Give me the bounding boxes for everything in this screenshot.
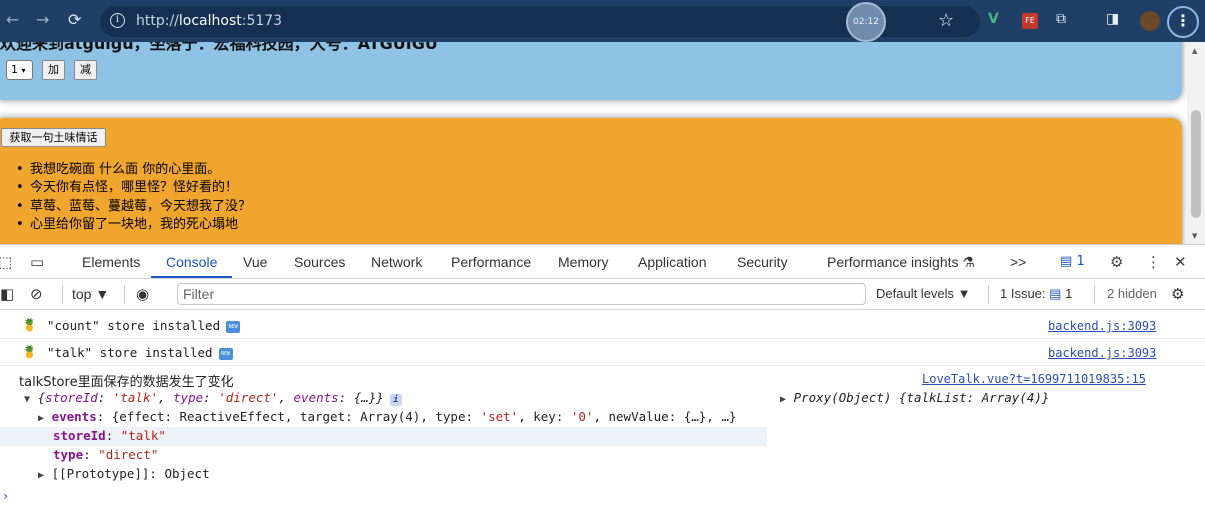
collapse-triangle-icon[interactable]: ▶ bbox=[780, 394, 786, 405]
vue-devtools-extension-icon[interactable]: V bbox=[988, 11, 999, 27]
talk-card: 获取一句土味情话 我想吃碗面 什么面 你的心里面。 今天你有点怪，哪里怪？怪好看… bbox=[0, 118, 1182, 244]
new-badge-icon: NEW bbox=[218, 347, 233, 360]
page-viewport: 欢迎来到atguigu，坐落于：宏福科技园，大号：ATGUIGU 1 ▾ 加 减… bbox=[0, 42, 1205, 244]
console-toolbar: ◧ ⊘ top ▼ ◉ Filter Default levels ▼ 1 Is… bbox=[0, 279, 1205, 310]
clear-console-icon[interactable]: ⊘ bbox=[30, 285, 43, 303]
hidden-messages-count: 2 hidden bbox=[1107, 286, 1157, 301]
issues-button[interactable]: 1 Issue: ▤ 1 bbox=[1000, 286, 1072, 302]
bookmark-star-icon[interactable]: ☆ bbox=[938, 10, 954, 31]
toolbar-divider bbox=[124, 285, 125, 304]
pinia-pineapple-icon: 🍍 bbox=[22, 318, 37, 332]
console-row: 🍍 "count" store installed NEW backend.js:… bbox=[0, 311, 1205, 338]
console-output: 🍍 "count" store installed NEW backend.js:… bbox=[0, 311, 1205, 530]
tab-sources[interactable]: Sources bbox=[294, 254, 345, 270]
talk-item: 我想吃碗面 什么面 你的心里面。 bbox=[16, 161, 251, 179]
row-divider bbox=[0, 365, 1205, 366]
count-title: 欢迎来到atguigu，坐落于：宏福科技园，大号：ATGUIGU bbox=[0, 42, 438, 53]
kebab-menu-icon[interactable]: ⋮ bbox=[1146, 253, 1161, 271]
inspect-element-icon[interactable]: ⬚ bbox=[0, 253, 12, 271]
active-tab-indicator bbox=[151, 276, 232, 278]
extensions-puzzle-icon[interactable]: ⧉ bbox=[1056, 11, 1066, 27]
side-panel-icon[interactable]: ◨ bbox=[1106, 11, 1119, 27]
type-property[interactable]: type: "direct" bbox=[53, 447, 158, 462]
reload-icon[interactable]: ⟳ bbox=[68, 10, 81, 29]
console-prompt-icon[interactable]: › bbox=[2, 489, 9, 503]
settings-gear-icon[interactable]: ⚙ bbox=[1110, 253, 1123, 271]
issues-badge[interactable]: ▤ 1 bbox=[1060, 254, 1085, 269]
source-link[interactable]: backend.js:3093 bbox=[1048, 319, 1156, 333]
recording-timer: 02:12 bbox=[846, 2, 886, 42]
tab-network[interactable]: Network bbox=[371, 254, 422, 270]
add-button[interactable]: 加 bbox=[42, 60, 65, 80]
tab-vue[interactable]: Vue bbox=[243, 254, 267, 270]
scroll-up-icon[interactable]: ▲ bbox=[1192, 47, 1197, 55]
tab-performance-insights[interactable]: Performance insights ⚗ bbox=[827, 254, 975, 271]
source-link[interactable]: backend.js:3093 bbox=[1048, 346, 1156, 360]
proxy-object[interactable]: ▶ Proxy(Object) {talkList: Array(4)} bbox=[780, 390, 1049, 405]
devtools-tab-bar: ⬚ ▭ Elements Console Vue Sources Network… bbox=[0, 245, 1205, 279]
page-scrollbar[interactable]: ▲ ▼ bbox=[1187, 42, 1205, 244]
devtools-panel: ⬚ ▭ Elements Console Vue Sources Network… bbox=[0, 244, 1205, 530]
talk-list: 我想吃碗面 什么面 你的心里面。 今天你有点怪，哪里怪？怪好看的！ 草莓、蓝莓、… bbox=[16, 161, 251, 234]
console-message: "talk" store installed NEW bbox=[47, 345, 233, 360]
toolbar-divider bbox=[988, 285, 989, 304]
message-icon: ▤ bbox=[1049, 286, 1062, 301]
count-card: 欢迎来到atguigu，坐落于：宏福科技园，大号：ATGUIGU 1 ▾ 加 减 bbox=[0, 42, 1182, 100]
close-icon[interactable]: ✕ bbox=[1174, 253, 1187, 271]
console-message: talkStore里面保存的数据发生了变化 bbox=[19, 375, 234, 390]
scroll-thumb[interactable] bbox=[1191, 110, 1201, 218]
talk-item: 心里给你留了一块地，我的死心塌地 bbox=[16, 216, 251, 234]
context-selector[interactable]: top ▼ bbox=[72, 286, 109, 302]
filter-input[interactable]: Filter bbox=[177, 283, 866, 305]
talk-item: 今天你有点怪，哪里怪？怪好看的！ bbox=[16, 179, 251, 197]
new-badge-icon: NEW bbox=[226, 320, 241, 333]
back-icon[interactable]: ← bbox=[6, 10, 19, 29]
toolbar-divider bbox=[1094, 285, 1095, 304]
console-message: "count" store installed NEW bbox=[47, 318, 241, 333]
profile-avatar[interactable] bbox=[1140, 11, 1160, 31]
message-icon: ▤ bbox=[1060, 254, 1073, 269]
console-row: 🍍 "talk" store installed NEW backend.js:3… bbox=[0, 338, 1205, 365]
more-tabs-button[interactable]: >> bbox=[1010, 254, 1026, 270]
tab-memory[interactable]: Memory bbox=[558, 254, 609, 270]
sidebar-toggle-icon[interactable]: ◧ bbox=[0, 285, 14, 303]
forward-icon[interactable]: → bbox=[36, 10, 49, 29]
tab-elements[interactable]: Elements bbox=[82, 254, 140, 270]
prototype-property[interactable]: ▶ [[Prototype]]: Object bbox=[38, 466, 210, 481]
source-link[interactable]: LoveTalk.vue?t=1699711019835:15 bbox=[922, 372, 1146, 386]
tab-console[interactable]: Console bbox=[166, 254, 217, 270]
browser-menu-icon[interactable]: ⋮ bbox=[1167, 6, 1199, 38]
chevron-down-icon: ▾ bbox=[21, 66, 26, 75]
caret-down-icon: ▼ bbox=[95, 286, 110, 302]
storeid-property[interactable]: storeId: "talk" bbox=[53, 428, 166, 443]
toolbar-divider bbox=[62, 285, 63, 304]
device-toolbar-icon[interactable]: ▭ bbox=[30, 253, 44, 271]
log-levels-dropdown[interactable]: Default levels ▼ bbox=[876, 286, 971, 301]
fe-helper-extension-icon[interactable]: FE bbox=[1022, 13, 1038, 29]
flask-icon: ⚗ bbox=[962, 254, 975, 270]
collapse-triangle-icon[interactable]: ▶ bbox=[38, 470, 44, 481]
expand-triangle-icon[interactable]: ▼ bbox=[24, 394, 30, 405]
tab-application[interactable]: Application bbox=[638, 254, 707, 270]
url-text[interactable]: http://localhost:5173 bbox=[136, 13, 282, 29]
talk-item: 草莓、蓝莓、蔓越莓，今天想我了没？ bbox=[16, 198, 251, 216]
events-property[interactable]: ▶ events: {effect: ReactiveEffect, targe… bbox=[38, 409, 736, 424]
subtract-button[interactable]: 减 bbox=[74, 60, 97, 80]
site-info-icon[interactable]: i bbox=[110, 13, 125, 28]
browser-toolbar: ← → ⟳ i http://localhost:5173 02:12 ☆ V … bbox=[0, 0, 1205, 42]
collapse-triangle-icon[interactable]: ▶ bbox=[38, 413, 44, 424]
tab-performance[interactable]: Performance bbox=[451, 254, 531, 270]
console-settings-gear-icon[interactable]: ⚙ bbox=[1171, 285, 1184, 303]
scroll-down-icon[interactable]: ▼ bbox=[1192, 232, 1197, 240]
live-expression-eye-icon[interactable]: ◉ bbox=[136, 285, 149, 303]
pinia-pineapple-icon: 🍍 bbox=[22, 345, 37, 359]
caret-down-icon: ▼ bbox=[957, 286, 971, 301]
tab-security[interactable]: Security bbox=[737, 254, 788, 270]
get-talk-button[interactable]: 获取一句土味情话 bbox=[1, 128, 106, 147]
info-icon: i bbox=[389, 394, 402, 406]
step-select[interactable]: 1 ▾ bbox=[6, 60, 33, 80]
object-summary[interactable]: ▼ {storeId: 'talk', type: 'direct', even… bbox=[24, 390, 402, 406]
